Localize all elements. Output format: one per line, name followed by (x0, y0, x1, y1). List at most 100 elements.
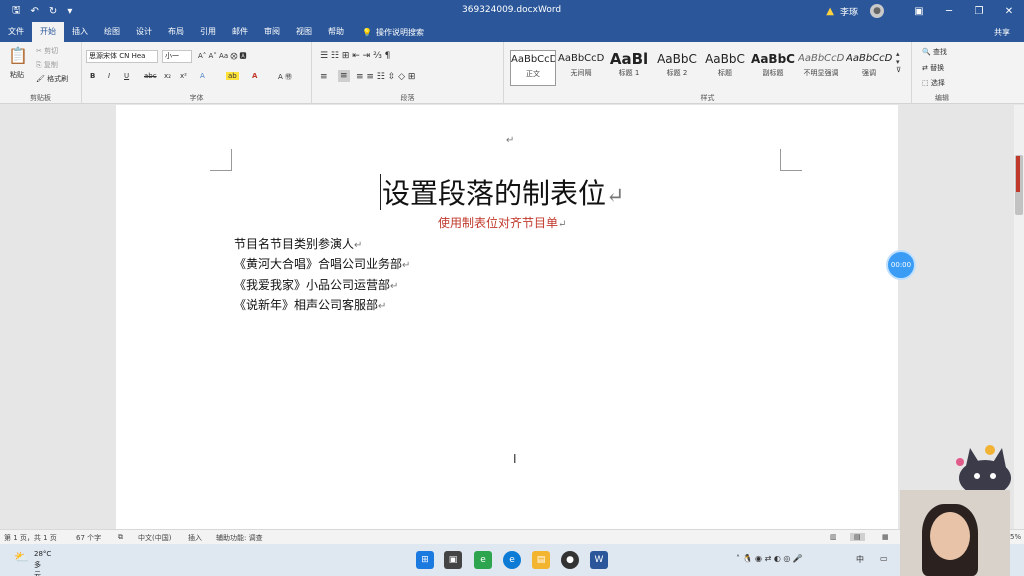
accessibility-status[interactable]: 辅助功能: 调查 (216, 533, 263, 543)
read-mode-icon[interactable]: ▥ (830, 533, 837, 541)
strikethrough-button[interactable]: abc (144, 72, 157, 80)
warning-icon[interactable]: ▲ (826, 6, 834, 17)
file-explorer-icon[interactable]: ▤ (532, 551, 550, 569)
recorder-icon[interactable]: ● (561, 551, 579, 569)
task-view-icon[interactable]: ▣ (444, 551, 462, 569)
tell-me-search[interactable]: 操作说明搜索 (376, 27, 424, 38)
document-subheading[interactable]: 使用制表位对齐节目单↵ (438, 214, 566, 231)
underline-button[interactable]: U (124, 72, 129, 80)
program-line-3[interactable]: 《说新年》相声公司客服部↵ (234, 296, 386, 313)
style-subtitle[interactable]: AaBbC 副标题 (750, 50, 796, 86)
web-layout-icon[interactable]: ▦ (882, 533, 889, 541)
tab-draw[interactable]: 绘图 (96, 22, 128, 42)
restore-button[interactable]: ❐ (964, 6, 994, 17)
document-heading[interactable]: 设置段落的制表位↵ (382, 172, 624, 212)
styles-more-icon[interactable]: ▴ ▾ ⊽ (896, 50, 901, 74)
char-shading-icon[interactable]: A ㊕ (278, 72, 292, 82)
quick-access-toolbar: 🖫 ↶ ↻ ▾ (0, 3, 72, 20)
zoom-level[interactable]: 5% (1010, 533, 1021, 541)
align-left-icon[interactable]: ≡ (320, 72, 328, 82)
network-icon[interactable]: ▭ (880, 554, 888, 563)
font-color-icon[interactable]: A (252, 72, 257, 80)
redo-icon[interactable]: ↻ (49, 6, 57, 17)
grow-font-icon[interactable]: A˄ A˅ Aa ⨂ 🅰 (198, 51, 247, 61)
tab-home[interactable]: 开始 (32, 22, 64, 42)
tab-mailings[interactable]: 邮件 (224, 22, 256, 42)
edge-icon[interactable]: e (503, 551, 521, 569)
style-subtle-emphasis[interactable]: AaBbCcD 不明显强调 (798, 50, 844, 86)
page-count[interactable]: 第 1 页，共 1 页 (4, 533, 57, 543)
tab-design[interactable]: 设计 (128, 22, 160, 42)
ribbon-display-icon[interactable]: ▣ (904, 6, 934, 17)
document-name: 369324009.docx (462, 5, 538, 15)
document-page[interactable]: ↵ (116, 105, 898, 529)
customize-qat-icon[interactable]: ▾ (67, 6, 72, 17)
share-button[interactable]: 共享 (994, 27, 1010, 38)
person-face (930, 512, 970, 560)
tab-file[interactable]: 文件 (0, 22, 32, 42)
subscript-button[interactable]: x₂ (164, 72, 171, 80)
style-heading-1[interactable]: AaBl 标题 1 (606, 50, 652, 86)
weather-widget[interactable]: ⛅ 28°C 多云 (14, 550, 51, 576)
status-bar: 第 1 页，共 1 页 67 个字 ⧉ 中文(中国) 插入 辅助功能: 调查 ▥… (0, 529, 1024, 544)
list-buttons-icon[interactable]: ☰ ☷ ⊞ ⇤ ⇥ ⅔ ¶ (320, 51, 390, 61)
paragraph-label: 段落 (400, 94, 415, 102)
tab-review[interactable]: 审阅 (256, 22, 288, 42)
user-name[interactable]: 李琢 (840, 5, 858, 18)
find-button[interactable]: 🔍 查找 (922, 47, 947, 57)
style-title[interactable]: AaBbC 标题 (702, 50, 748, 86)
browser-360-icon[interactable]: e (474, 551, 492, 569)
program-line-1[interactable]: 《黄河大合唱》合唱公司业务部↵ (234, 255, 410, 272)
minimize-button[interactable]: ─ (934, 6, 964, 17)
proofing-icon[interactable]: ⧉ (118, 533, 123, 542)
avatar[interactable]: ● (870, 4, 884, 18)
print-layout-icon[interactable]: ▤ (850, 533, 865, 541)
start-icon[interactable]: ⊞ (416, 551, 434, 569)
tray-icons[interactable]: ˄ 🐧 ◉ ⇄ ◐ ◎ 🎤 (736, 554, 803, 563)
undo-icon[interactable]: ↶ (31, 6, 39, 17)
lightbulb-icon: 💡 (362, 27, 372, 37)
cloud-icon: ⛅ (14, 550, 29, 564)
clipboard-group: 📋 粘贴 ✂ 剪切 ⎘ 复制 🖌 格式刷 剪贴板 (0, 42, 82, 104)
align-center-icon[interactable]: ≡ (338, 70, 350, 82)
highlight-icon[interactable]: ab (226, 72, 239, 80)
copy-button[interactable]: ⎘ 复制 (36, 60, 58, 70)
font-label: 字体 (189, 94, 204, 102)
recording-timer[interactable]: 00:00 (886, 250, 916, 280)
style-heading-2[interactable]: AaBbC 标题 2 (654, 50, 700, 86)
paste-icon[interactable]: 📋 (8, 46, 28, 65)
scroll-marker (1016, 156, 1020, 192)
tab-help[interactable]: 帮助 (320, 22, 352, 42)
style-no-spacing[interactable]: AaBbCcDc无间隔 (558, 50, 604, 86)
superscript-button[interactable]: x² (180, 72, 187, 80)
word-count[interactable]: 67 个字 (76, 533, 101, 543)
word-icon[interactable]: W (590, 551, 608, 569)
cut-button[interactable]: ✂ 剪切 (36, 46, 58, 56)
paste-button[interactable]: 粘贴 (10, 70, 24, 80)
replace-button[interactable]: ⇄ 替换 (922, 63, 944, 73)
format-painter-button[interactable]: 🖌 格式刷 (36, 74, 68, 84)
close-button[interactable]: ✕ (994, 6, 1024, 17)
app-name: Word (538, 5, 562, 15)
tab-view[interactable]: 视图 (288, 22, 320, 42)
select-button[interactable]: ⬚ 选择 (922, 78, 945, 88)
program-line-2[interactable]: 《我爱我家》小品公司运营部↵ (234, 276, 398, 293)
program-header-line[interactable]: 节目名节目类别参演人↵ (234, 235, 362, 252)
bold-button[interactable]: B (90, 72, 95, 80)
font-name-select[interactable]: 思源宋体 CN Hea (86, 50, 158, 63)
insert-mode[interactable]: 插入 (188, 533, 202, 543)
tab-layout[interactable]: 布局 (160, 22, 192, 42)
tab-insert[interactable]: 插入 (64, 22, 96, 42)
tab-references[interactable]: 引用 (192, 22, 224, 42)
ime-indicator[interactable]: 中 (856, 554, 864, 565)
style-normal[interactable]: AaBbCcDc正文 (510, 50, 556, 86)
text-effects-icon[interactable]: A (200, 72, 205, 80)
language[interactable]: 中文(中国) (138, 533, 171, 543)
title-bar: 🖫 ↶ ↻ ▾ 369324009.docx Word ▲ 李琢 ● ▣ ─ ❐… (0, 0, 1024, 22)
save-icon[interactable]: 🖫 (12, 3, 21, 20)
italic-button[interactable]: I (108, 72, 110, 80)
align-right-icon[interactable]: ≡ ≡ ☷ ⇳ ◇ ⊞ (356, 72, 415, 82)
style-emphasis[interactable]: AaBbCcD 强调 (846, 50, 892, 86)
font-size-select[interactable]: 小一 (162, 50, 192, 63)
document-area[interactable]: ↵ (0, 105, 1014, 529)
